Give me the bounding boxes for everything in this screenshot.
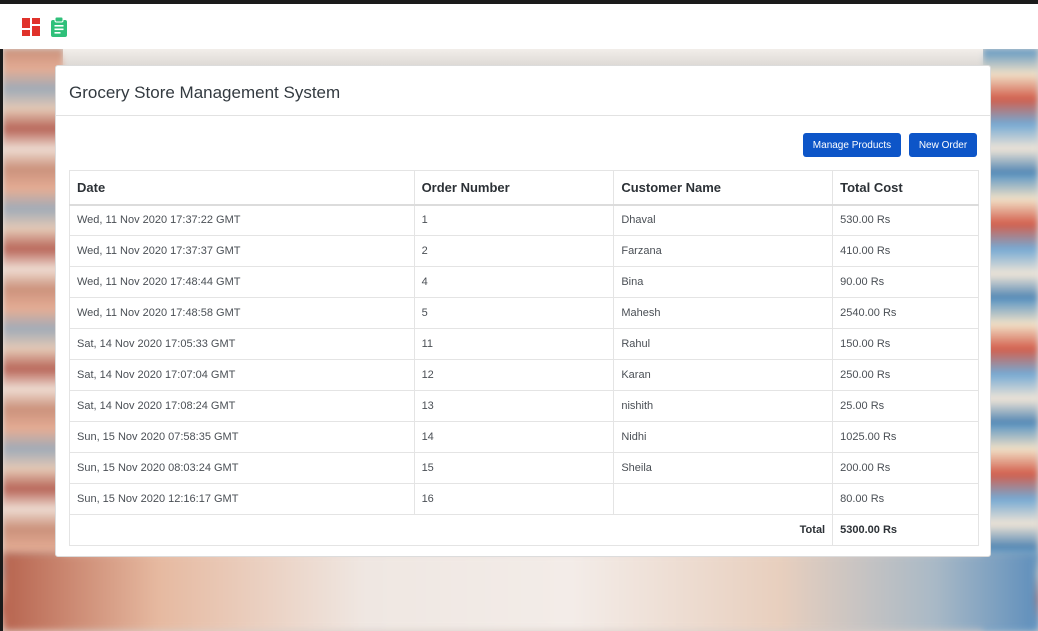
column-header-customer-name: Customer Name [613,170,834,206]
cell-customer-name: Rahul [613,328,834,360]
table-row: Wed, 11 Nov 2020 17:37:22 GMT 1 Dhaval 530.… [69,204,979,236]
manage-products-button[interactable]: Manage Products [803,133,901,157]
top-navbar [0,0,1038,49]
cell-total-cost: 1025.00 Rs [832,421,979,453]
cell-order-number: 13 [413,390,615,422]
cell-order-number: 14 [413,421,615,453]
cell-customer-name [613,483,834,515]
cell-total-cost: 250.00 Rs [832,359,979,391]
cell-order-number: 4 [413,266,615,298]
cell-total-cost: 410.00 Rs [832,235,979,267]
cell-date: Sat, 14 Nov 2020 17:05:33 GMT [69,328,415,360]
panel-header: Grocery Store Management System [56,66,990,116]
table-row: Sat, 14 Nov 2020 17:07:04 GMT 12 Karan 250.… [69,359,979,391]
table-row: Sat, 14 Nov 2020 17:08:24 GMT 13 nishith 25… [69,390,979,422]
column-header-total-cost: Total Cost [832,170,979,206]
cell-customer-name: Dhaval [613,204,834,236]
table-row: Wed, 11 Nov 2020 17:48:58 GMT 5 Mahesh 2540… [69,297,979,329]
cell-date: Sun, 15 Nov 2020 12:16:17 GMT [69,483,415,515]
cell-order-number: 5 [413,297,615,329]
table-total-row: Total 5300.00 Rs [68,514,979,546]
table-row: Sun, 15 Nov 2020 08:03:24 GMT 15 Sheila 200… [69,452,979,484]
table-row: Wed, 11 Nov 2020 17:48:44 GMT 4 Bina 90.00 … [69,266,979,298]
cell-order-number: 11 [413,328,615,360]
cell-date: Sun, 15 Nov 2020 08:03:24 GMT [69,452,415,484]
action-buttons: Manage Products New Order [803,133,977,157]
cell-total-cost: 90.00 Rs [832,266,979,298]
cell-date: Wed, 11 Nov 2020 17:37:22 GMT [69,204,415,236]
table-row: Sat, 14 Nov 2020 17:05:33 GMT 11 Rahul 150.… [69,328,979,360]
cell-customer-name: Karan [613,359,834,391]
cell-date: Sat, 14 Nov 2020 17:07:04 GMT [69,359,415,391]
cell-total-cost: 530.00 Rs [832,204,979,236]
page-title: Grocery Store Management System [69,83,341,102]
orders-table: Date Order Number Customer Name Total Co… [68,170,979,546]
dashboard-grid-icon[interactable] [22,17,40,36]
cell-customer-name: Farzana [613,235,834,267]
cell-order-number: 12 [413,359,615,391]
cell-date: Sat, 14 Nov 2020 17:08:24 GMT [69,390,415,422]
right-shelf-blur [983,49,1038,631]
orders-table-body: Wed, 11 Nov 2020 17:37:22 GMT 1 Dhaval 530.… [69,204,979,515]
table-row: Wed, 11 Nov 2020 17:37:37 GMT 2 Farzana 410… [69,235,979,267]
cell-total-cost: 25.00 Rs [832,390,979,422]
cell-customer-name: Bina [613,266,834,298]
cell-total-cost: 2540.00 Rs [832,297,979,329]
cell-customer-name: Sheila [613,452,834,484]
cell-date: Sun, 15 Nov 2020 07:58:35 GMT [69,421,415,453]
total-label: Total [68,514,834,546]
left-shelf-blur [3,49,63,631]
cell-date: Wed, 11 Nov 2020 17:37:37 GMT [69,235,415,267]
total-value: 5300.00 Rs [832,514,979,546]
table-row: Sun, 15 Nov 2020 12:16:17 GMT 16 80.00 Rs [69,483,979,515]
cell-date: Wed, 11 Nov 2020 17:48:58 GMT [69,297,415,329]
cell-order-number: 2 [413,235,615,267]
column-header-date: Date [69,170,415,206]
column-header-order-number: Order Number [413,170,615,206]
cell-customer-name: nishith [613,390,834,422]
cell-total-cost: 80.00 Rs [832,483,979,515]
cell-order-number: 1 [413,204,615,236]
cell-customer-name: Mahesh [613,297,834,329]
cell-customer-name: Nidhi [613,421,834,453]
table-header-row: Date Order Number Customer Name Total Co… [69,170,979,206]
cell-total-cost: 150.00 Rs [832,328,979,360]
aisle-floor-blur [3,553,1038,631]
cell-order-number: 15 [413,452,615,484]
cell-order-number: 16 [413,483,615,515]
clipboard-icon[interactable] [50,16,68,37]
orders-panel: Grocery Store Management System Manage P… [55,65,991,557]
table-row: Sun, 15 Nov 2020 07:58:35 GMT 14 Nidhi 1025… [69,421,979,453]
new-order-button[interactable]: New Order [909,133,977,157]
cell-total-cost: 200.00 Rs [832,452,979,484]
cell-date: Wed, 11 Nov 2020 17:48:44 GMT [69,266,415,298]
